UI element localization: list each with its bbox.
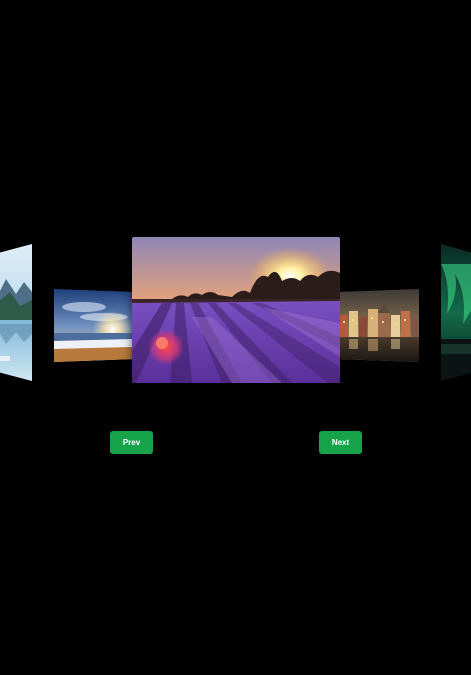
slide-mountain-lake[interactable] — [0, 244, 32, 381]
prev-button[interactable]: Prev — [110, 431, 153, 454]
slide-harbor-town[interactable] — [340, 289, 419, 362]
harbor-town-image — [340, 289, 419, 362]
carousel-stage: Prev Next — [0, 0, 471, 675]
slide-aurora[interactable] — [441, 244, 471, 381]
slide-lavender-field[interactable] — [132, 237, 340, 383]
mountain-lake-image — [0, 244, 32, 381]
lavender-field-image — [132, 237, 340, 383]
next-button[interactable]: Next — [319, 431, 362, 454]
aurora-image — [441, 244, 471, 381]
sunset-beach-image — [54, 289, 132, 362]
slide-sunset-beach[interactable] — [54, 289, 132, 362]
